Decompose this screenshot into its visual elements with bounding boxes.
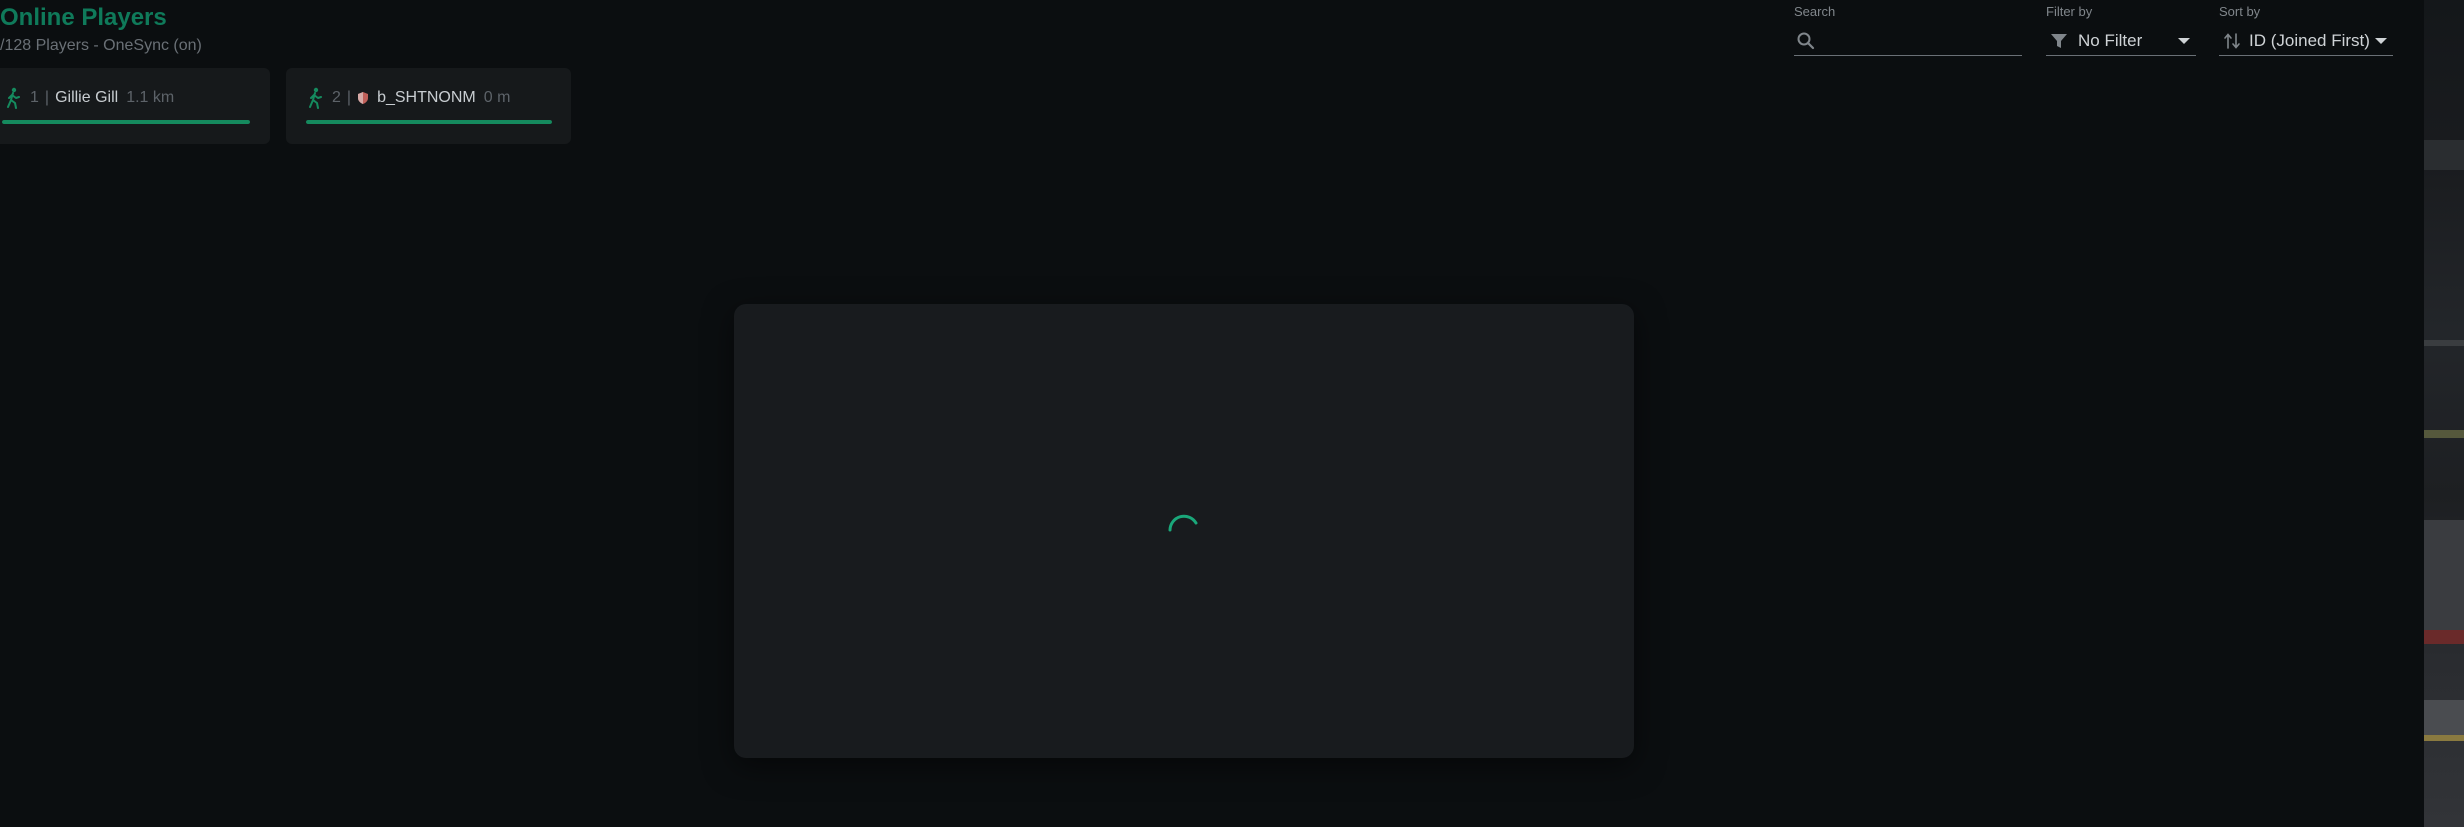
- health-bar-fill: [306, 120, 552, 124]
- sort-icon: [2224, 32, 2240, 49]
- sort-select[interactable]: ID (Joined First): [2219, 26, 2393, 56]
- search-label: Search: [1794, 4, 1836, 19]
- player-id: 2: [332, 89, 341, 106]
- players-panel: Online Players /128 Players - OneSync (o…: [0, 0, 2424, 827]
- filter-value: No Filter: [2078, 30, 2143, 50]
- player-distance: 0 m: [483, 89, 511, 106]
- page-title: Online Players: [0, 4, 167, 31]
- page: Online Players /128 Players - OneSync (o…: [0, 0, 2464, 827]
- player-card-row: 2 | b_SHTNONM 0 m: [306, 86, 510, 110]
- filter-control: Filter by No Filter: [2046, 4, 2196, 56]
- player-count-subtitle: /128 Players - OneSync (on): [0, 37, 202, 54]
- chevron-down-icon: [2178, 38, 2190, 44]
- shield-icon: [358, 92, 369, 104]
- sort-label: Sort by: [2219, 4, 2261, 19]
- chevron-down-icon: [2375, 38, 2387, 44]
- loading-spinner-icon: [1168, 514, 1198, 532]
- health-bar-fill: [2, 120, 250, 124]
- sort-control: Sort by ID (Joined First): [2219, 4, 2393, 56]
- player-details-modal: [734, 304, 1634, 758]
- filter-label: Filter by: [2046, 4, 2093, 19]
- filter-select[interactable]: No Filter: [2046, 26, 2196, 56]
- game-background: [2424, 0, 2464, 827]
- player-card[interactable]: 1 | Gillie Gill 1.1 km: [0, 68, 270, 144]
- player-name: b_SHTNONM: [377, 89, 476, 106]
- filter-icon: [2051, 33, 2067, 48]
- walking-person-icon: [309, 87, 322, 109]
- separator: |: [44, 89, 50, 106]
- separator: |: [346, 89, 352, 106]
- player-distance: 1.1 km: [126, 89, 175, 106]
- player-card-row: 1 | Gillie Gill 1.1 km: [4, 86, 174, 110]
- player-card[interactable]: 2 | b_SHTNONM 0 m: [286, 68, 571, 144]
- health-bar: [2, 120, 250, 124]
- search-input[interactable]: [1794, 26, 2022, 56]
- search-control: Search: [1794, 4, 2022, 56]
- player-name: Gillie Gill: [55, 89, 119, 106]
- walking-person-icon: [7, 87, 20, 109]
- sort-value: ID (Joined First): [2249, 30, 2370, 50]
- health-bar: [306, 120, 552, 124]
- search-icon: [1797, 32, 1815, 49]
- player-id: 1: [30, 89, 39, 106]
